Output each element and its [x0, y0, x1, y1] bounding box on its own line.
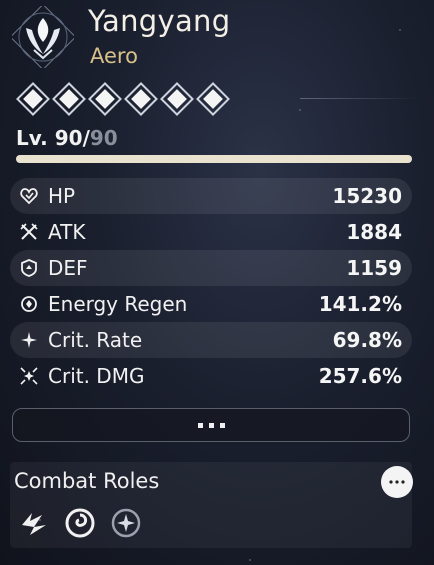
ellipsis-icon	[219, 422, 225, 428]
diamond-node-icon[interactable]	[196, 82, 230, 116]
character-header: Yangyang Aero	[0, 0, 434, 80]
ellipsis-icon	[208, 422, 214, 428]
diamond-node-icon[interactable]	[88, 82, 122, 116]
role-spiral-icon[interactable]	[62, 505, 98, 541]
combat-roles-more-button[interactable]	[381, 466, 413, 498]
energy-regen-icon	[18, 293, 40, 315]
ellipsis-icon	[197, 422, 203, 428]
diamond-node-icon[interactable]	[160, 82, 194, 116]
diamond-node-icon[interactable]	[16, 82, 50, 116]
crit-dmg-icon	[18, 365, 40, 387]
stat-label: DEF	[48, 256, 88, 280]
stat-value: 15230	[332, 184, 402, 208]
sequence-nodes	[16, 82, 230, 116]
combat-roles-title: Combat Roles	[14, 469, 160, 493]
def-shield-icon	[18, 257, 40, 279]
level-label: Lv. 90/90	[16, 126, 118, 150]
hp-heart-icon	[18, 185, 40, 207]
stat-label: ATK	[48, 220, 86, 244]
diamond-node-icon[interactable]	[52, 82, 86, 116]
stat-row-hp: HP 15230	[10, 178, 412, 214]
more-stats-button[interactable]	[12, 408, 410, 442]
role-burst-icon[interactable]	[16, 505, 52, 541]
aero-emblem-icon	[9, 3, 77, 71]
stat-value: 141.2%	[318, 292, 402, 316]
stat-row-def: DEF 1159	[10, 250, 412, 286]
diamond-node-icon[interactable]	[124, 82, 158, 116]
ellipsis-icon	[389, 480, 405, 484]
stat-row-crit-dmg: Crit. DMG 257.6%	[10, 358, 412, 394]
combat-roles-icons	[16, 505, 144, 541]
stat-row-crit-rate: Crit. Rate 69.8%	[10, 322, 412, 358]
atk-crossed-swords-icon	[18, 221, 40, 243]
stat-label: Crit. DMG	[48, 364, 145, 388]
stat-label: Crit. Rate	[48, 328, 143, 352]
stat-label: Energy Regen	[48, 292, 188, 316]
stat-value: 69.8%	[332, 328, 402, 352]
level-current: 90	[54, 126, 83, 150]
level-progress-fill	[16, 155, 412, 163]
crit-rate-icon	[18, 329, 40, 351]
character-element: Aero	[90, 44, 138, 68]
stat-value: 1884	[346, 220, 402, 244]
stat-value: 257.6%	[318, 364, 402, 388]
stat-row-atk: ATK 1884	[10, 214, 412, 250]
level-max: 90	[89, 126, 118, 150]
stat-label: HP	[48, 184, 76, 208]
level-prefix: Lv.	[16, 126, 48, 150]
decorative-line	[300, 98, 420, 99]
stat-value: 1159	[346, 256, 402, 280]
stats-list: HP 15230 ATK 1884 DEF 1159 Energy Regen …	[10, 178, 412, 394]
stat-row-energy-regen: Energy Regen 141.2%	[10, 286, 412, 322]
level-separator: /	[82, 126, 90, 150]
character-name: Yangyang	[88, 4, 231, 38]
role-star-icon[interactable]	[108, 505, 144, 541]
level-progress-bar	[16, 155, 412, 163]
